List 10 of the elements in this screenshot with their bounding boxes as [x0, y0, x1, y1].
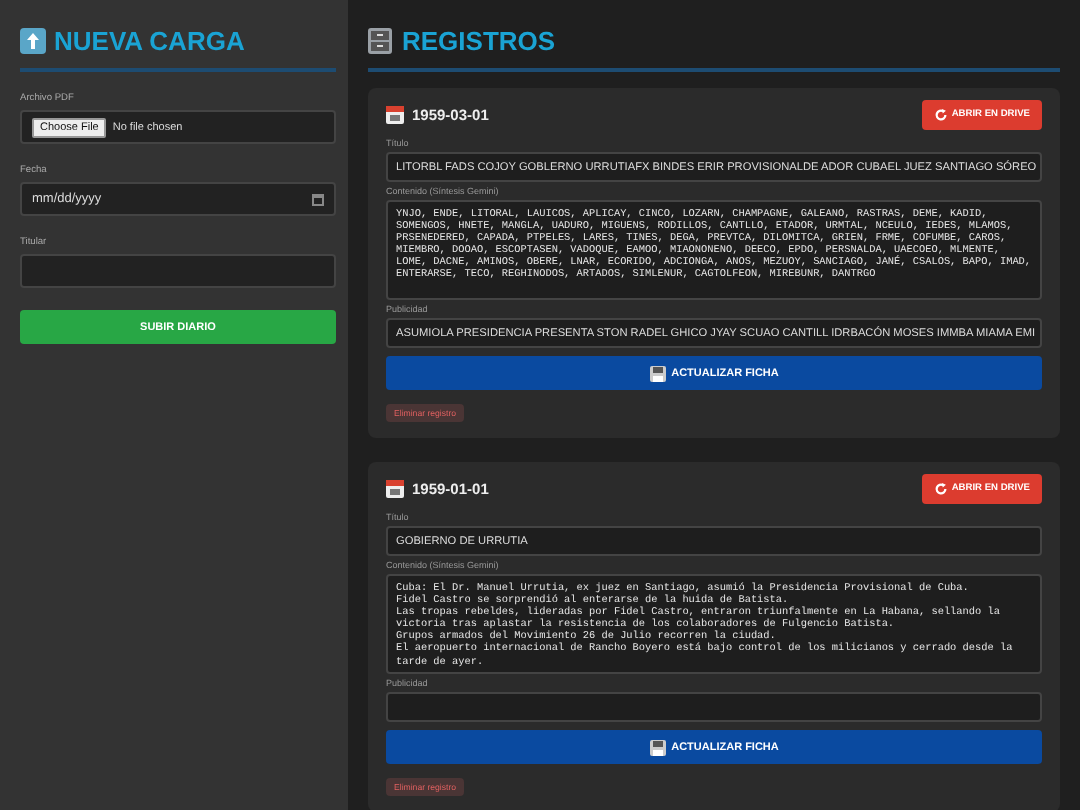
section-title: NUEVA CARGA [54, 26, 245, 56]
ads-input[interactable] [386, 692, 1042, 722]
calendar-icon [386, 106, 404, 124]
refresh-icon [933, 482, 948, 496]
calendar-icon [386, 480, 404, 498]
section-title: REGISTROS [402, 26, 556, 56]
refresh-icon [933, 108, 948, 122]
file-cabinet-icon [368, 28, 392, 54]
text-input[interactable] [20, 254, 336, 288]
calendar-icon [312, 193, 324, 205]
